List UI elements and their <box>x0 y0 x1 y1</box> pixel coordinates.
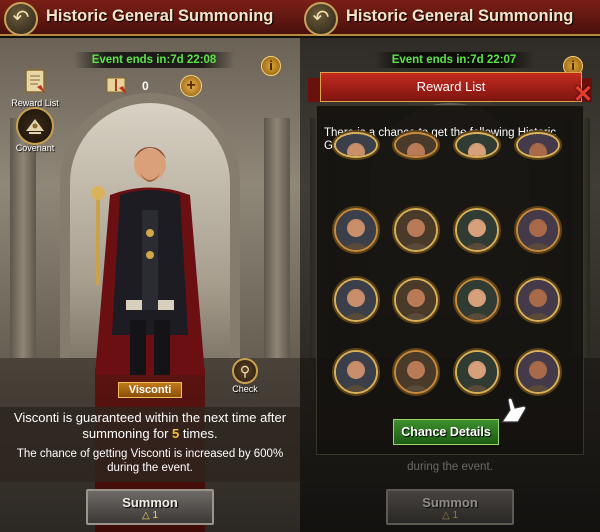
pillar-left <box>10 118 36 378</box>
back-arrow-icon[interactable]: ↶ <box>4 2 38 36</box>
event-timer: Event ends in:7d 22:08 <box>74 52 234 68</box>
summon-label: Summon <box>422 495 478 510</box>
header-bar: ↶ Historic General Summoning <box>300 0 600 36</box>
general-portrait[interactable] <box>455 278 499 322</box>
summon-cost: △ 1 <box>141 510 159 521</box>
ticket-count: 0 <box>142 79 149 93</box>
general-figure <box>91 147 205 375</box>
summon-button[interactable]: Summon △ 1 <box>86 489 214 525</box>
reward-list-title: Reward List <box>320 72 582 102</box>
page-title: Historic General Summoning <box>46 7 274 25</box>
summon-cost: △ 1 <box>441 510 459 521</box>
general-portrait[interactable] <box>394 208 438 252</box>
reward-list-panel: ↶ Historic General Summoning Event ends … <box>300 0 600 532</box>
chance-text-faded: during the event. <box>407 461 493 473</box>
general-portrait[interactable] <box>516 208 560 252</box>
header-bar: ↶ Historic General Summoning <box>0 0 300 36</box>
close-icon[interactable]: ✕ <box>572 83 594 107</box>
guarantee-text: Visconti is guaranteed within the next t… <box>10 410 290 442</box>
summon-button[interactable]: Summon △ 1 <box>386 489 514 525</box>
general-portrait[interactable] <box>394 278 438 322</box>
general-portrait[interactable] <box>334 350 378 394</box>
guarantee-pre: Visconti is guaranteed within the next t… <box>13 410 287 441</box>
check-button[interactable]: ⚲ Check <box>228 358 262 394</box>
pointer-hand-icon <box>500 397 527 423</box>
guarantee-post: times. <box>182 426 218 441</box>
general-name-plate: Visconti <box>118 382 182 398</box>
general-portrait[interactable] <box>516 350 560 394</box>
general-portrait[interactable] <box>394 132 438 158</box>
general-portrait[interactable] <box>334 278 378 322</box>
summoning-panel: ↶ Historic General Summoning Event ends … <box>0 0 300 532</box>
general-portrait[interactable] <box>455 132 499 158</box>
general-portrait[interactable] <box>455 208 499 252</box>
general-portrait[interactable] <box>516 132 560 158</box>
pillar-right <box>264 118 290 378</box>
magnifier-icon: ⚲ <box>232 358 258 384</box>
event-timer: Event ends in:7d 22:07 <box>374 52 534 68</box>
covenant-icon <box>16 107 54 145</box>
guarantee-count: 5 <box>172 426 180 441</box>
covenant-button[interactable]: Covenant <box>10 107 60 153</box>
chance-details-button[interactable]: Chance Details <box>393 419 499 445</box>
summon-label: Summon <box>122 495 178 510</box>
scroll-icon <box>16 62 54 100</box>
covenant-label: Covenant <box>15 143 55 153</box>
back-arrow-icon[interactable]: ↶ <box>304 2 338 36</box>
general-portrait[interactable] <box>455 350 499 394</box>
general-portrait[interactable] <box>334 208 378 252</box>
general-portrait[interactable] <box>334 132 378 158</box>
plus-icon[interactable]: + <box>180 75 202 97</box>
summon-ticket-counter: 0 + <box>100 75 210 97</box>
check-label: Check <box>232 384 258 394</box>
ticket-icon <box>106 77 127 95</box>
page-title: Historic General Summoning <box>346 7 574 25</box>
info-icon[interactable]: i <box>261 56 281 76</box>
chance-text: The chance of getting Visconti is increa… <box>16 448 284 474</box>
general-portrait[interactable] <box>394 350 438 394</box>
general-portrait[interactable] <box>516 278 560 322</box>
reward-list-button[interactable]: Reward List <box>10 62 60 108</box>
